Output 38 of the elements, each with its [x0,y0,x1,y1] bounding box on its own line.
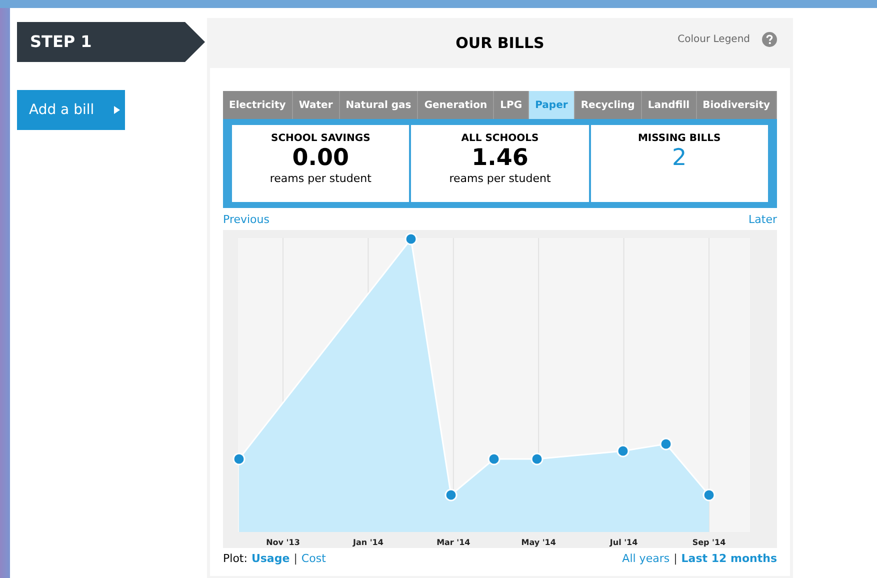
axis-label: Jan '14 [352,538,384,547]
axis-label: Nov '13 [266,538,300,547]
data-point [530,452,544,466]
axis-label: Mar '14 [436,538,470,547]
stat-unit: reams per student [270,172,372,185]
stat-title: ALL SCHOOLS [461,133,539,144]
add-bill-button[interactable]: Add a bill [17,90,125,130]
plot-option-link[interactable]: Cost [301,552,326,564]
data-point [444,488,458,502]
stat-unit: reams per student [449,172,551,185]
axis-label: May '14 [521,538,556,547]
colour-legend-link[interactable]: Colour Legend [678,34,750,45]
stat-value: 0.00 [292,144,350,172]
data-point [488,452,500,466]
data-point [660,438,672,450]
stat-title: SCHOOL SAVINGS [271,133,370,144]
plot-option-link[interactable]: Usage [251,552,290,564]
later-link[interactable]: Later [748,212,777,226]
axis-label: Sep '14 [692,538,726,547]
data-point [702,488,716,502]
stat-value: 1.46 [472,144,528,172]
axis-label: Jul '14 [610,538,638,547]
separator: | [674,552,678,564]
range-option-link[interactable]: All years [622,552,670,564]
panel-title: OUR BILLS [456,34,544,52]
separator: | [294,552,298,564]
plot-label: Plot: [223,552,248,564]
data-point [616,444,630,458]
stat-value: 2 [672,144,687,172]
caret-icon [114,106,120,114]
stat-title: MISSING BILLS [638,133,721,144]
step-banner: STEP 1 [17,22,205,62]
range-option-link[interactable]: Last 12 months [681,552,777,564]
category-tab[interactable]: Paper [529,91,575,119]
data-point [232,452,246,466]
help-icon[interactable] [762,32,777,47]
previous-link[interactable]: Previous [223,212,270,226]
data-point [404,232,418,246]
